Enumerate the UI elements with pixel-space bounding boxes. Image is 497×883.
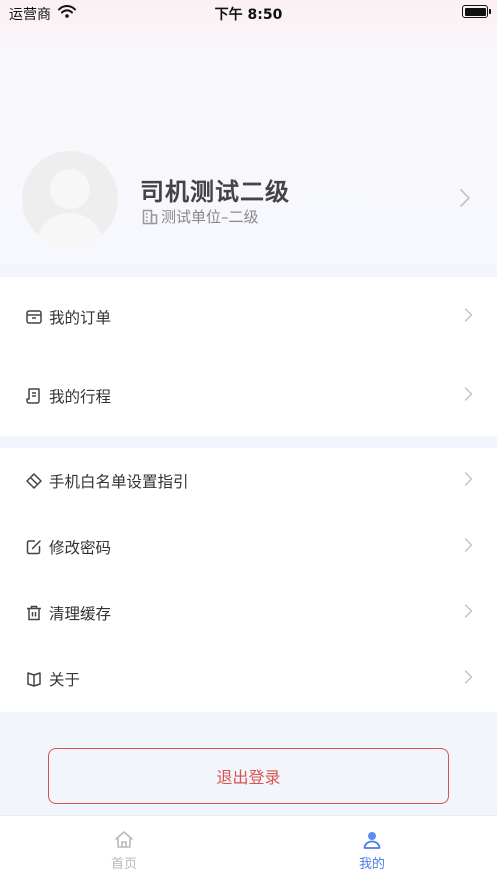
- avatar[interactable]: [22, 151, 118, 247]
- menu-item-my-orders[interactable]: 我的订单: [0, 277, 497, 356]
- menu-item-whitelist-guide[interactable]: 手机白名单设置指引: [0, 448, 497, 514]
- menu-group-settings: 手机白名单设置指引 修改密码 清理缓存 关于: [0, 448, 497, 712]
- tab-home[interactable]: 首页: [0, 816, 248, 883]
- chevron-right-icon: [464, 604, 473, 623]
- trash-icon: [25, 604, 43, 622]
- menu-item-change-password[interactable]: 修改密码: [0, 514, 497, 580]
- profile-card[interactable]: 司机测试二级 测试单位–二级: [0, 140, 497, 255]
- menu-item-about[interactable]: 关于: [0, 646, 497, 712]
- menu-item-label: 我的行程: [49, 388, 112, 406]
- org-name: 测试单位–二级: [161, 208, 259, 226]
- chevron-right-icon: [464, 538, 473, 557]
- chevron-right-icon: [459, 188, 471, 212]
- menu-item-my-trips[interactable]: 我的行程: [0, 356, 497, 436]
- profile-header: 运营商 下午 8:50 司机测试二级 测试单位–二级: [0, 0, 497, 265]
- itinerary-scroll-icon: [25, 387, 43, 405]
- menu-item-label: 我的订单: [49, 308, 112, 327]
- battery-icon: [462, 5, 491, 18]
- tag-icon: [25, 472, 43, 490]
- logout-button[interactable]: 退出登录: [48, 748, 449, 804]
- chevron-right-icon: [464, 307, 473, 326]
- book-icon: [25, 670, 43, 688]
- clock: 下午 8:50: [214, 7, 283, 23]
- person-icon: [362, 830, 382, 854]
- tab-mine[interactable]: 我的: [248, 816, 496, 883]
- chevron-right-icon: [464, 472, 473, 491]
- home-icon: [114, 830, 134, 854]
- tab-label: 首页: [110, 857, 137, 872]
- menu-group-orders: 我的订单 我的行程: [0, 277, 497, 436]
- menu-item-label: 关于: [49, 671, 81, 689]
- user-name: 司机测试二级: [140, 178, 290, 206]
- chevron-right-icon: [464, 670, 473, 689]
- menu-item-label: 手机白名单设置指引: [49, 473, 189, 491]
- menu-item-clear-cache[interactable]: 清理缓存: [0, 580, 497, 646]
- tab-label: 我的: [358, 857, 385, 872]
- chevron-right-icon: [464, 387, 473, 406]
- tab-bar: 首页 我的: [0, 815, 497, 883]
- org-row: 测试单位–二级: [142, 206, 259, 227]
- status-bar: 运营商 下午 8:50: [0, 0, 497, 26]
- edit-icon: [25, 538, 43, 556]
- building-icon: [142, 209, 158, 224]
- menu-item-label: 修改密码: [49, 539, 112, 557]
- order-box-icon: [25, 308, 43, 326]
- menu-item-label: 清理缓存: [49, 605, 112, 623]
